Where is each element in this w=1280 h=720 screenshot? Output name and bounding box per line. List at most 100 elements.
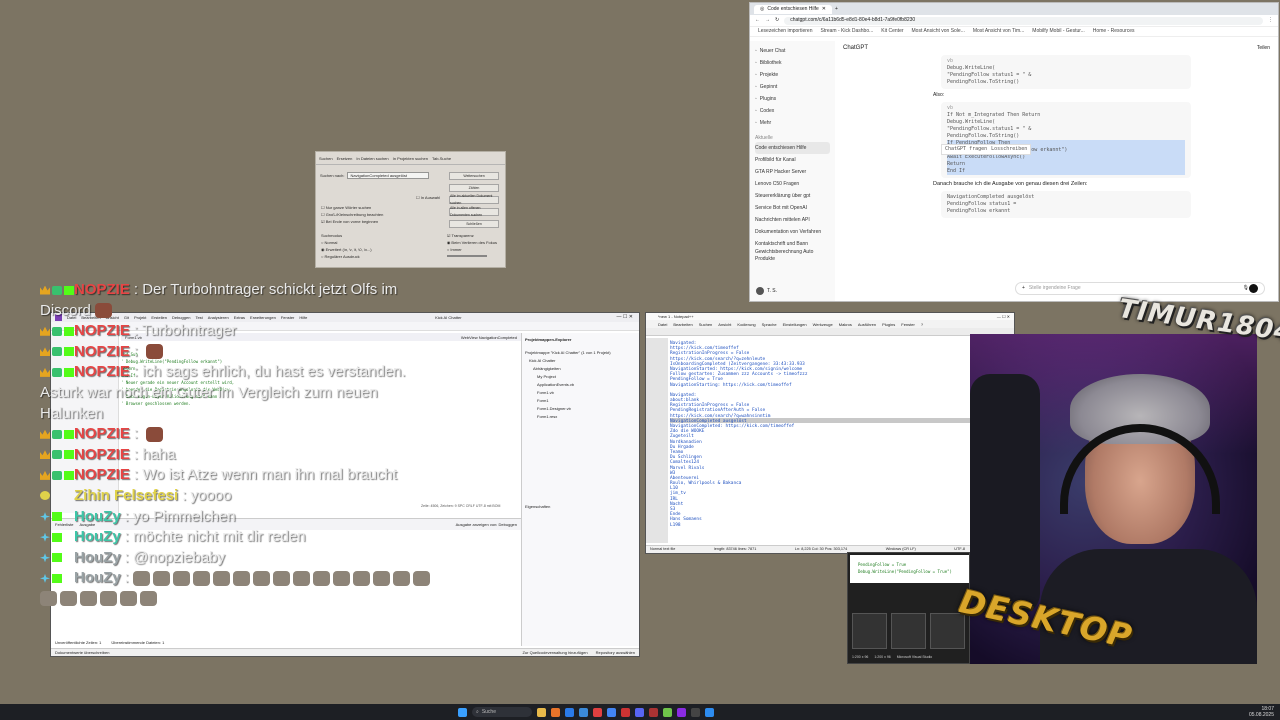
bookmark-item[interactable]: Most Ansicht von Tim... <box>973 28 1024 35</box>
recent-chat-item[interactable]: Nachrichten mittelen API <box>755 214 830 226</box>
chat-username[interactable]: NOPZIE <box>74 363 130 380</box>
npp-menu-item[interactable]: Werkzeuge <box>813 321 833 328</box>
bookmark-item[interactable]: Mobilfy Mobil - Gestur... <box>1032 28 1085 35</box>
sidebar-item[interactable]: ◦ Projekte <box>755 69 830 81</box>
find-tab[interactable]: In Projekten suchen <box>393 155 428 162</box>
find-tab[interactable]: Ersetzen <box>337 155 353 162</box>
npp-menu-item[interactable]: Bearbeiten <box>673 321 692 328</box>
search-mode-radio[interactable]: ○ Regulärer Ausdruck <box>321 253 372 260</box>
npp-menu-item[interactable]: Kodierung <box>737 321 755 328</box>
bookmark-item[interactable]: Most Ansicht von Sole... <box>912 28 965 35</box>
obs-icon[interactable] <box>691 707 700 717</box>
transparency-slider[interactable] <box>446 255 487 257</box>
new-tab-icon[interactable]: + <box>835 6 838 13</box>
store-icon[interactable] <box>579 707 588 717</box>
edge-icon[interactable] <box>565 707 574 717</box>
npp-menu-item[interactable]: Makros <box>839 321 852 328</box>
chat-username[interactable]: HouZy <box>74 549 121 566</box>
sidebar-item[interactable]: ◦ Plugins <box>755 93 830 105</box>
npp-menu-item[interactable]: Plugins <box>882 321 895 328</box>
search-field[interactable]: NavigationCompleted ausgelöst <box>347 172 430 179</box>
solution-tree-item[interactable]: Form1.resx <box>525 413 636 421</box>
chat-username[interactable]: NOPZIE <box>74 446 130 463</box>
solution-tree-item[interactable]: ApplicationEvents.vb <box>525 381 636 389</box>
chat-username[interactable]: Zihin Felsefesi <box>74 487 178 504</box>
recent-chat-item[interactable]: Lenovo C50 Fragen <box>755 178 830 190</box>
solution-tree-item[interactable]: Form1 <box>525 397 636 405</box>
tooltip-button[interactable]: Losschreiben <box>991 146 1027 153</box>
recent-chat-item[interactable]: Service Bot mit OpenAI <box>755 202 830 214</box>
solution-tree-item[interactable]: Projektmappe "Kick AI Chatter" (1 von 1 … <box>525 349 636 357</box>
chat-username[interactable]: NOPZIE <box>74 281 130 298</box>
npp-menu-item[interactable]: Einstellungen <box>783 321 807 328</box>
find-dialog-button[interactable]: Alle im aktuellen Dokument suchen <box>449 194 499 205</box>
find-dialog-button[interactable]: Schließen <box>449 220 499 228</box>
bookmark-item[interactable]: Stream - Kick Dashbo... <box>820 28 873 35</box>
thumbnail[interactable] <box>852 613 887 649</box>
chrome-icon[interactable] <box>607 707 616 717</box>
recent-chat-item[interactable]: Gewichtsberechnung Auto Produkte <box>755 249 830 262</box>
solution-tree-item[interactable]: My Project <box>525 373 636 381</box>
find-dialog-button[interactable]: Weitersuchen <box>449 172 499 180</box>
source-control-button[interactable]: Zur Quellcodeverwaltung hinzufügen <box>522 649 587 656</box>
start-icon[interactable] <box>458 707 467 717</box>
discord-icon[interactable] <box>635 707 644 717</box>
find-option-checkbox[interactable]: ☐ Nur ganze Wörter suchen <box>321 204 383 211</box>
bookmark-item[interactable]: Lesezeichen importieren <box>758 28 812 35</box>
reload-icon[interactable]: ↻ <box>775 17 779 24</box>
search-mode-radio[interactable]: ○ Normal <box>321 239 372 246</box>
npp-editor[interactable]: Navigated: https://kick.com/timeoffef Regi… <box>670 340 1010 527</box>
solution-tree-item[interactable]: Form1.Designer.vb <box>525 405 636 413</box>
visual-studio-icon[interactable] <box>677 707 686 717</box>
ask-chatgpt-button[interactable]: ChatGPT fragen <box>945 146 987 153</box>
user-profile[interactable]: T. S. <box>756 287 777 295</box>
chat-username[interactable]: NOPZIE <box>74 466 130 483</box>
sidebar-item[interactable]: ◦ Mehr <box>755 117 830 129</box>
npp-menu-item[interactable]: Sprache <box>762 321 777 328</box>
find-dialog-button[interactable]: Zählen <box>449 184 499 192</box>
search-mode-radio[interactable]: ◉ Erweitert (\n, \r, \t, \0, \x...) <box>321 246 372 253</box>
notepad-plus-plus-icon[interactable] <box>663 707 672 717</box>
find-option-checkbox[interactable]: ☑ Bei Ende von vorne beginnen <box>321 218 383 225</box>
app-icon[interactable] <box>705 707 714 717</box>
solution-tree-item[interactable]: Kick AI Chatter <box>525 357 636 365</box>
bookmark-item[interactable]: Kit Center <box>881 28 903 35</box>
find-option-checkbox[interactable]: ☐ Groß-/Kleinschreibung beachten <box>321 211 383 218</box>
window-thumbnails[interactable] <box>852 613 965 649</box>
chat-username[interactable]: HouZy <box>74 569 121 586</box>
sidebar-item[interactable]: ◦ Bibliothek <box>755 57 830 69</box>
npp-menu-item[interactable]: Ansicht <box>718 321 731 328</box>
npp-menu-item[interactable]: Suchen <box>699 321 713 328</box>
recent-chat-item[interactable]: Code entschiesen Hilfe <box>755 142 830 154</box>
solution-tree-item[interactable]: Form1.vb <box>525 389 636 397</box>
find-dialog-button[interactable]: Alle in allen offenen Dokumenten suchen <box>449 206 499 217</box>
recent-chat-item[interactable]: Steuererklärung über gpt <box>755 190 830 202</box>
transparency-checkbox[interactable]: ☑ Transparenz <box>447 232 497 239</box>
system-clock[interactable]: 18:07 05.08.2025 <box>1249 706 1274 718</box>
file-explorer-icon[interactable] <box>537 707 546 717</box>
sidebar-item[interactable]: ◦ Gepinnt <box>755 81 830 93</box>
npp-menu-item[interactable]: Datei <box>658 321 667 328</box>
window-controls[interactable]: — ☐ ✕ <box>997 313 1010 320</box>
repository-button[interactable]: Repository auswählen <box>596 649 635 656</box>
find-tab[interactable]: In Dateien suchen <box>356 155 388 162</box>
npp-menu-item[interactable]: ? <box>921 321 923 328</box>
chat-username[interactable]: NOPZIE <box>74 343 130 360</box>
sidebar-item[interactable]: ◦ Neuer Chat <box>755 45 830 57</box>
recent-chat-item[interactable]: Profilbild für Kanal <box>755 154 830 166</box>
thumbnail[interactable] <box>891 613 926 649</box>
npp-menu-item[interactable]: Fenster <box>901 321 915 328</box>
forward-icon[interactable]: → <box>765 17 770 24</box>
model-selector[interactable]: ChatGPT <box>843 45 868 52</box>
in-selection-checkbox[interactable]: ☐ In Auswahl <box>416 194 440 201</box>
app-icon[interactable] <box>593 707 602 717</box>
address-bar[interactable]: chatgpt.com/c/6a11b6d5-e8d1-80e4-b8d1-7a… <box>784 16 1263 25</box>
app-icon[interactable] <box>621 707 630 717</box>
share-button[interactable]: Teilen <box>1257 45 1270 52</box>
browser-tab[interactable]: ◎ Code entschiesen Hilfe ✕ <box>754 4 832 14</box>
chat-username[interactable]: HouZy <box>74 528 121 545</box>
find-tab[interactable]: Suchen <box>319 155 333 162</box>
close-tab-icon[interactable]: ✕ <box>822 6 826 13</box>
chat-username[interactable]: HouZy <box>74 508 121 525</box>
transparency-radio[interactable]: ◉ Beim Verlieren des Fokus <box>447 239 497 246</box>
